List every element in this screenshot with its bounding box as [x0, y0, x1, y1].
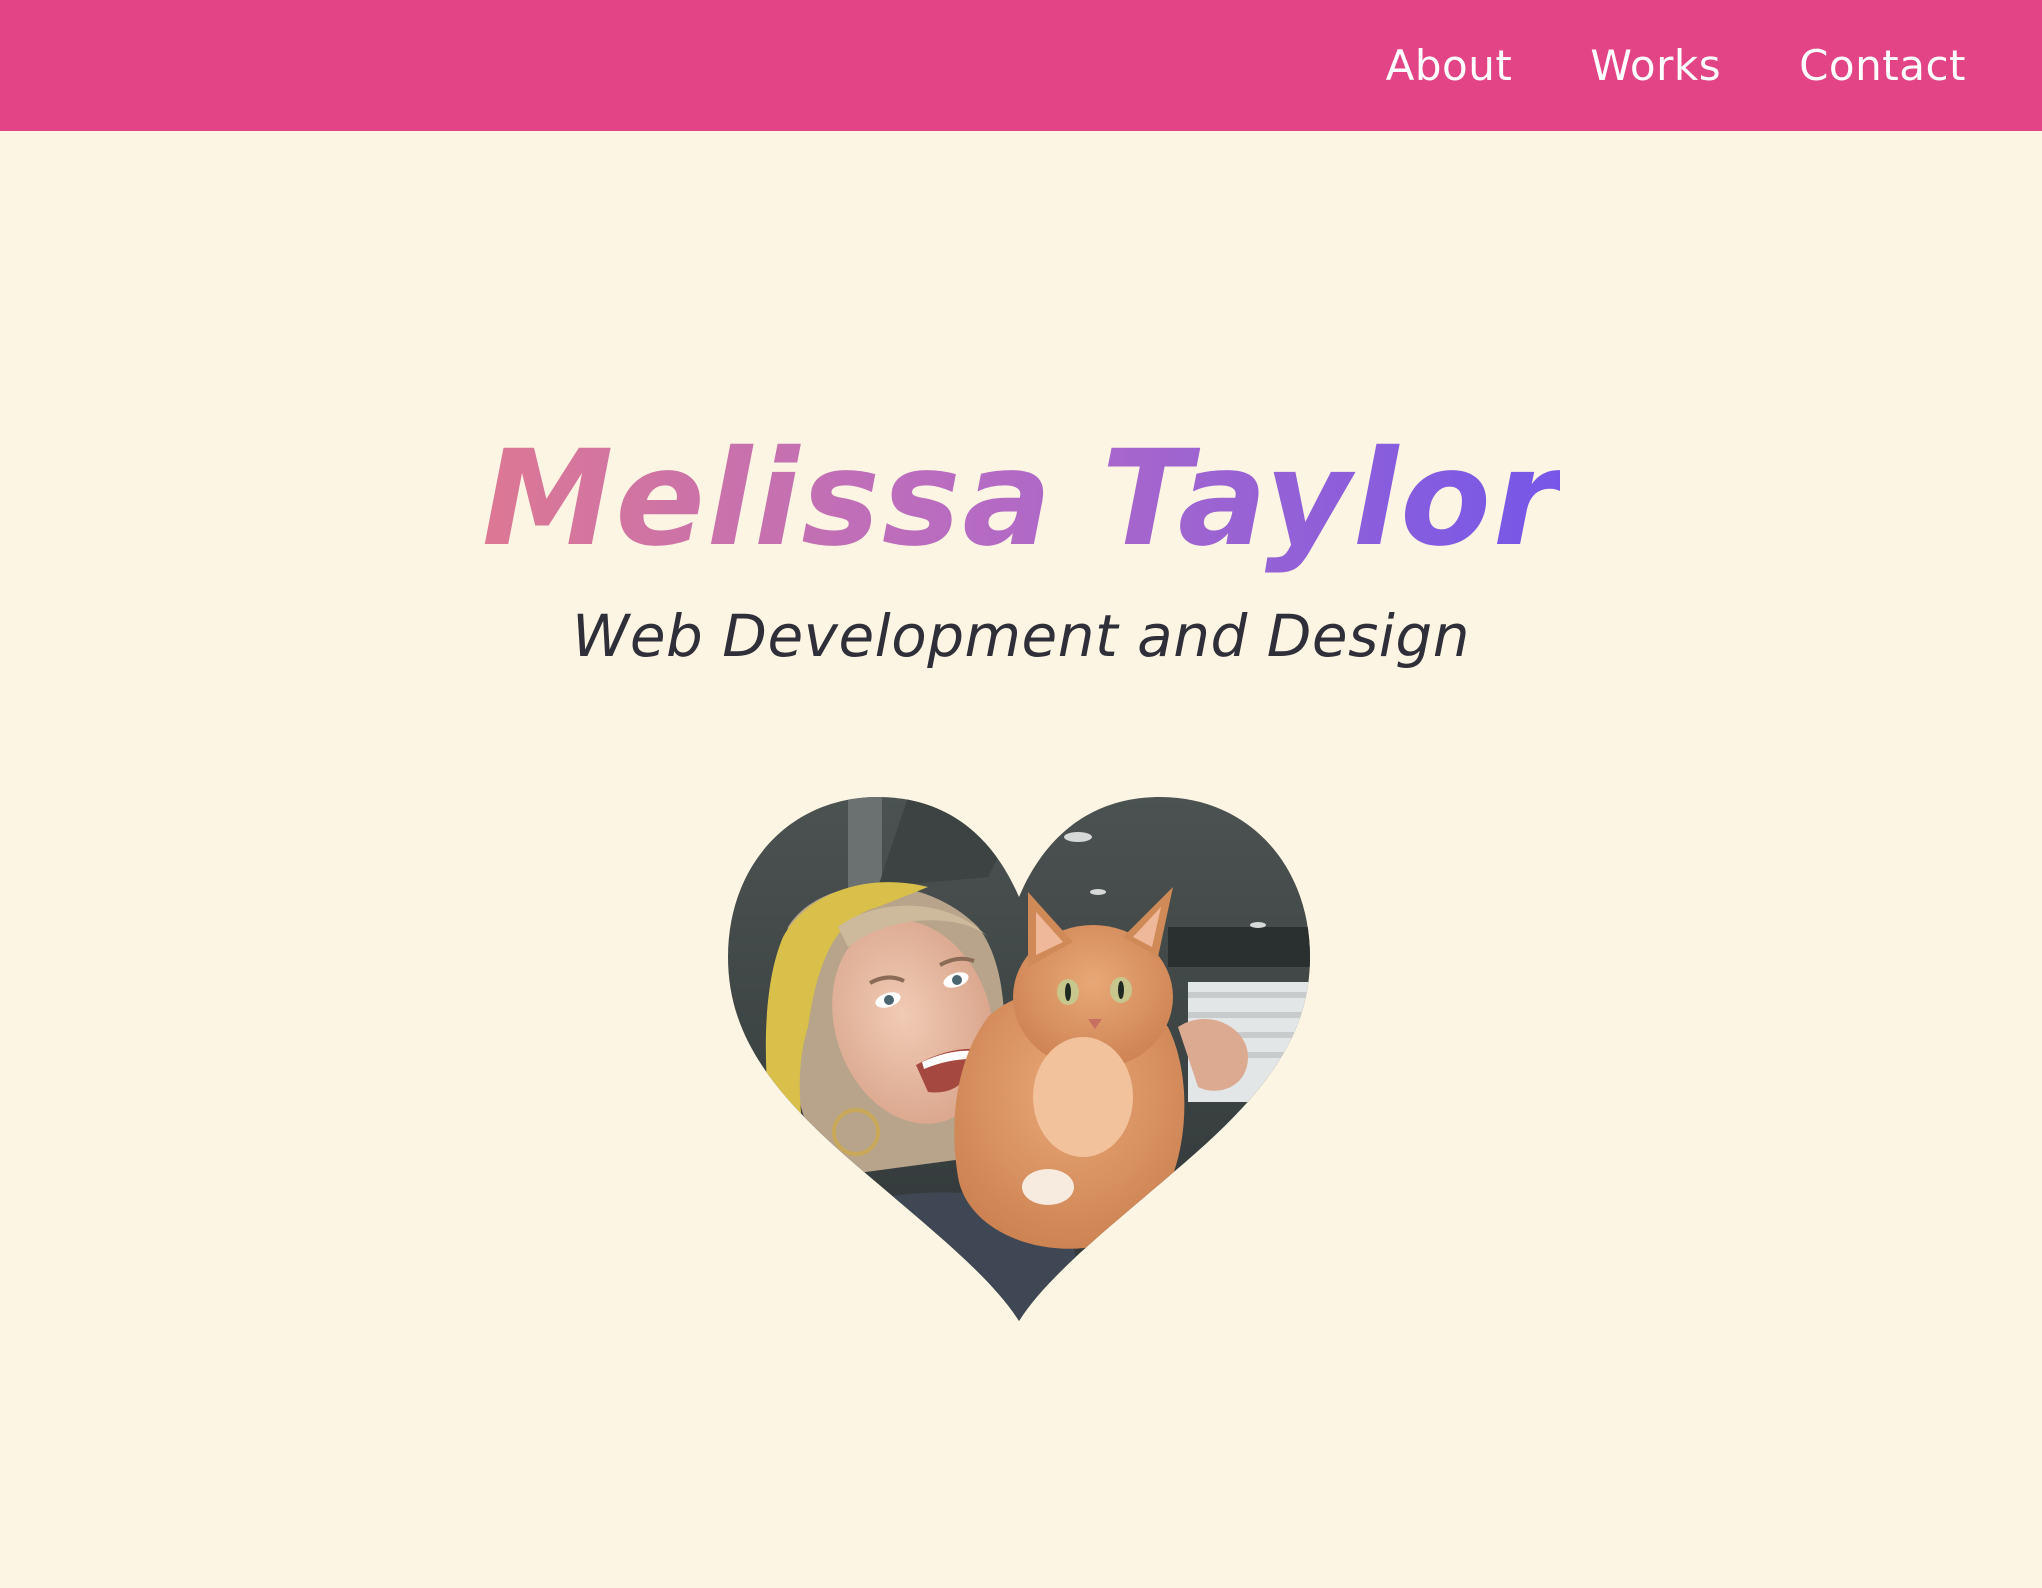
nav-links: About Works Contact [1386, 0, 1966, 131]
hero-title: Melissa Taylor [482, 420, 1560, 578]
nav-link-works[interactable]: Works [1590, 41, 1721, 90]
heart-profile-photo [728, 797, 1310, 1321]
nav-link-contact[interactable]: Contact [1799, 41, 1966, 90]
hero-section: Melissa Taylor Web Development and Desig… [0, 420, 2042, 670]
navbar: About Works Contact [0, 0, 2042, 131]
hero-subtitle: Web Development and Design [572, 602, 1470, 671]
nav-link-about[interactable]: About [1386, 41, 1513, 90]
